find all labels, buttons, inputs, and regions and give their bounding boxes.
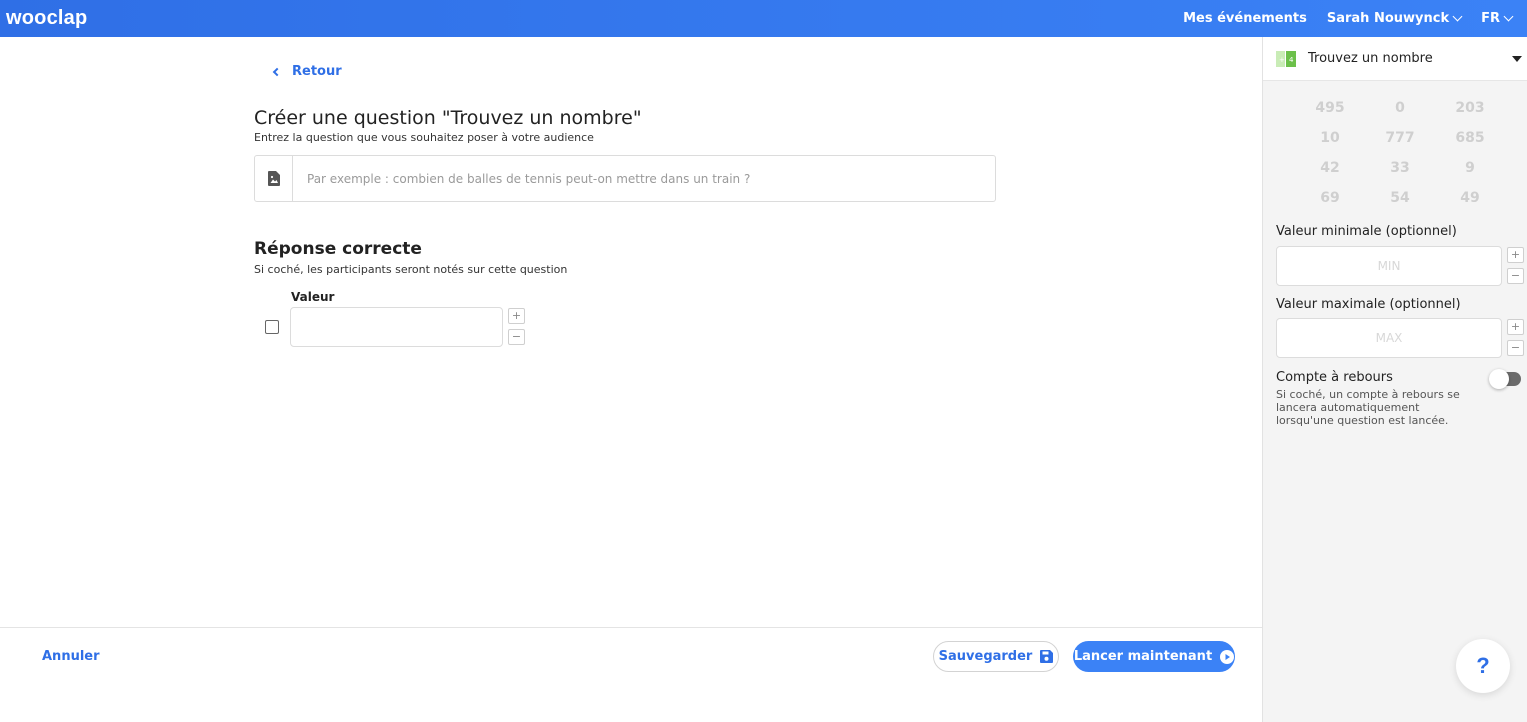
launch-label: Lancer maintenant <box>1073 649 1213 664</box>
language-label: FR <box>1481 11 1500 26</box>
chevron-left-icon <box>272 67 282 76</box>
min-decrement-button[interactable]: − <box>1507 268 1524 284</box>
grid-number: 10 <box>1320 130 1340 146</box>
countdown-description: Si coché, un compte à rebours se lancera… <box>1276 388 1460 427</box>
correct-answer-checkbox[interactable] <box>265 320 279 334</box>
chevron-down-icon <box>1503 11 1514 22</box>
value-increment-button[interactable]: + <box>508 308 525 324</box>
grid-number: 33 <box>1390 160 1410 176</box>
grid-number: 495 <box>1315 100 1345 116</box>
question-input[interactable] <box>293 156 995 201</box>
find-number-icon: + 4 <box>1276 50 1296 67</box>
max-increment-button[interactable]: + <box>1507 319 1524 335</box>
grid-number: 9 <box>1465 160 1475 176</box>
main-panel: Retour Créer une question "Trouvez un no… <box>0 37 1262 722</box>
top-nav: Mes événements Sarah Nouwynck FR <box>1183 11 1527 26</box>
grid-number: 777 <box>1385 130 1415 146</box>
countdown-title: Compte à rebours <box>1276 370 1393 385</box>
correct-answer-title: Réponse correcte <box>254 239 422 259</box>
grid-number: 69 <box>1320 190 1340 206</box>
play-circle-icon <box>1220 649 1235 664</box>
value-input[interactable] <box>290 307 503 347</box>
svg-text:4: 4 <box>1289 56 1294 64</box>
user-menu[interactable]: Sarah Nouwynck <box>1326 11 1463 26</box>
page-title: Créer une question "Trouvez un nombre" <box>254 107 642 129</box>
grid-number: 42 <box>1320 160 1340 176</box>
question-type-selector[interactable]: + 4 Trouvez un nombre <box>1263 37 1527 81</box>
image-upload-button[interactable] <box>255 156 293 201</box>
countdown-toggle[interactable] <box>1489 369 1521 389</box>
min-increment-button[interactable]: + <box>1507 247 1524 263</box>
wooclap-logo[interactable]: wooclap <box>6 7 87 30</box>
footer-bar: Annuler Sauvegarder Lancer maintenant <box>0 627 1262 685</box>
grid-number: 49 <box>1460 190 1480 206</box>
svg-text:+: + <box>1279 56 1285 64</box>
back-link[interactable]: Retour <box>270 64 342 79</box>
min-value-input[interactable] <box>1276 246 1502 286</box>
toggle-knob <box>1489 369 1509 389</box>
grid-number: 685 <box>1455 130 1485 146</box>
value-decrement-button[interactable]: − <box>508 329 525 345</box>
min-value-label: Valeur minimale (optionnel) <box>1276 224 1457 239</box>
max-value-label: Valeur maximale (optionnel) <box>1276 297 1461 312</box>
page-subtitle: Entrez la question que vous souhaitez po… <box>254 131 594 144</box>
my-events-label: Mes événements <box>1183 11 1307 26</box>
top-bar: wooclap Mes événements Sarah Nouwynck FR <box>0 0 1527 37</box>
correct-answer-subtitle: Si coché, les participants seront notés … <box>254 263 568 276</box>
user-name: Sarah Nouwynck <box>1326 11 1450 26</box>
my-events-link[interactable]: Mes événements <box>1183 11 1307 26</box>
save-label: Sauvegarder <box>938 649 1033 664</box>
grid-number: 0 <box>1395 100 1405 116</box>
save-button[interactable]: Sauvegarder <box>933 641 1059 672</box>
value-label: Valeur <box>291 290 335 304</box>
grid-number: 203 <box>1455 100 1485 116</box>
language-selector[interactable]: FR <box>1481 11 1514 26</box>
cancel-link[interactable]: Annuler <box>42 649 100 664</box>
settings-sidebar: + 4 Trouvez un nombre 495 0 203 10 777 6… <box>1262 37 1527 722</box>
grid-number: 54 <box>1390 190 1410 206</box>
launch-now-button[interactable]: Lancer maintenant <box>1073 641 1235 672</box>
question-box <box>254 155 996 202</box>
image-file-icon <box>267 171 280 186</box>
caret-down-icon <box>1512 56 1522 62</box>
question-type-label: Trouvez un nombre <box>1308 51 1433 66</box>
floppy-disk-icon <box>1040 650 1054 663</box>
max-value-input[interactable] <box>1276 318 1502 358</box>
chevron-down-icon <box>1452 11 1463 22</box>
help-button[interactable]: ? <box>1456 639 1510 693</box>
back-label: Retour <box>292 64 342 79</box>
max-decrement-button[interactable]: − <box>1507 340 1524 356</box>
